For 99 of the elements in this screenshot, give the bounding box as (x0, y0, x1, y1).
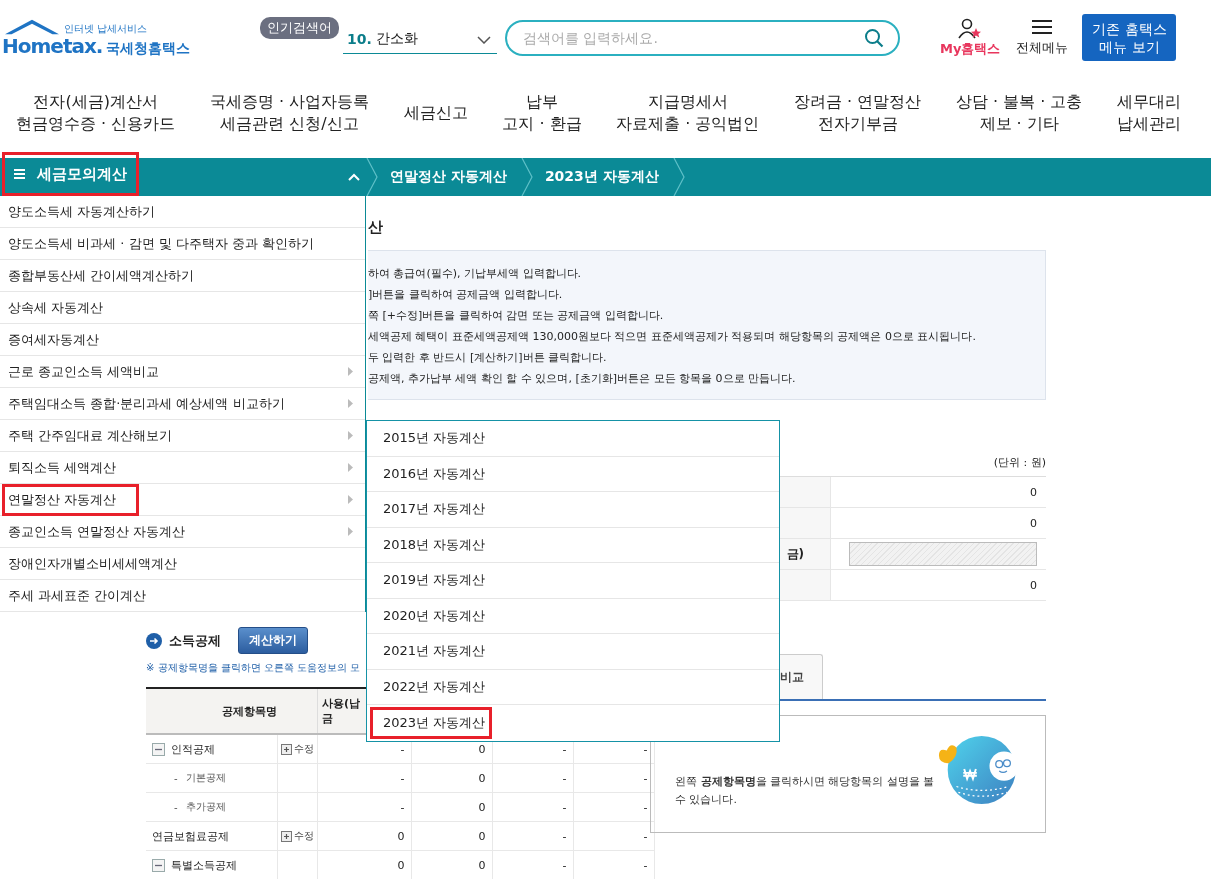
table-cell: - (400, 742, 405, 756)
logo-wordmark[interactable]: Hometax. (2, 33, 103, 58)
instruction-text: 쪽 [+수정]버튼을 클릭하여 감면 또는 공제금액 입력합니다. (368, 308, 665, 324)
table-cell: - (562, 858, 567, 872)
deduction-item-link[interactable]: 연금보험료공제 (152, 828, 229, 844)
plus-box-icon (280, 743, 292, 755)
table-cell: - (562, 742, 567, 756)
popular-term-dropdown[interactable]: 10. 간소화 (343, 25, 497, 54)
menu-item[interactable]: 종합부동산세 간이세액계산하기 (0, 260, 365, 292)
logo-name[interactable]: 국세청홈택스 (106, 39, 191, 58)
amount-value: 0 (1030, 485, 1037, 499)
caret-icon[interactable] (348, 173, 360, 181)
menu-item[interactable]: 주택임대소득 종합·분리과세 예상세액 비교하기 (0, 388, 365, 420)
legacy-menu-button[interactable]: 기존 홈택스 메뉴 보기 (1082, 14, 1177, 61)
submenu-item[interactable]: 2016년 자동계산 (367, 456, 779, 492)
table-cell: 0 (478, 742, 486, 756)
table-cell: - (643, 858, 648, 872)
table-cell: - (400, 771, 405, 785)
submenu-item[interactable]: 2021년 자동계산 (367, 634, 779, 670)
instruction-text: 공제액, 추가납부 세액 확인 할 수 있으며, [초기화]버튼은 모든 항목을 0으로 만듭니다. (368, 371, 797, 387)
menu-item[interactable]: 증여세자동계산 (0, 324, 365, 356)
menu-item[interactable]: 상속세 자동계산 (0, 292, 365, 324)
menu-icon (14, 169, 25, 179)
deduction-item-link[interactable]: 기본공제 (185, 771, 226, 785)
page-title: 산 (368, 218, 384, 237)
chevron-right-icon (672, 158, 685, 196)
menu-item[interactable]: 양도소득세 자동계산하기 (0, 196, 365, 228)
nav-menu-item[interactable]: 국세증명 · 사업자등록 세금관련 신청/신고 (209, 90, 370, 135)
nav-menu-item[interactable]: 장려금 · 연말정산 전자기부금 (794, 90, 922, 135)
menu-item[interactable]: 양도소득세 비과세 · 감면 및 다주택자 중과 확인하기 (0, 228, 365, 260)
hint-text: ※ 공제항목명을 클릭하면 오른쪽 도움정보의 모 (146, 661, 362, 675)
deduction-item-link[interactable]: 특별소득공제 (171, 857, 237, 873)
nav-menu-item[interactable]: 전자(세금)계산서 현금영수증 · 신용카드 (16, 90, 176, 135)
indent-dash: - (174, 772, 178, 784)
table-cell: 0 (478, 771, 486, 785)
collapse-icon[interactable] (152, 742, 165, 756)
instruction-text: 두 입력한 후 반드시 [계산하기]버튼 클릭합니다. (368, 350, 608, 366)
submenu-item[interactable]: 2022년 자동계산 (367, 669, 779, 705)
table-cell: - (643, 742, 648, 756)
chevron-right-icon (366, 158, 378, 196)
my-hometax-link[interactable]: My홈택스 (940, 17, 1001, 58)
menu-icon (1031, 18, 1054, 35)
instruction-text: 세액공제 혜택이 표준세액공제액 130,000원보다 적으면 표준세액공제가 적용되며 해당항목의 공제액은 0으로 표시됩니다. (368, 329, 977, 345)
nav-menu-item[interactable]: 지급명세서 자료제출 · 공익법인 (616, 90, 760, 135)
column-header: 공제항목명 (146, 688, 277, 734)
table-cell: - (562, 771, 567, 785)
calculate-button[interactable]: 계산하기 (238, 627, 308, 654)
deduction-item-link[interactable]: 추가공제 (185, 800, 226, 814)
submenu-item[interactable]: 2020년 자동계산 (367, 598, 779, 634)
table-cell: - (643, 829, 648, 843)
menu-item[interactable]: 연말정산 자동계산 (0, 484, 365, 516)
deduction-item-link[interactable]: 인적공제 (171, 741, 215, 757)
table-cell: - (562, 800, 567, 814)
menu-item[interactable]: 종교인소득 연말정산 자동계산 (0, 516, 365, 548)
menu-item[interactable]: 주택 간주임대료 계산해보기 (0, 420, 365, 452)
chevron-down-icon (477, 36, 491, 44)
plus-box-icon (280, 830, 292, 842)
section-title: 소득공제 (169, 631, 221, 650)
search-field[interactable]: 검색어를 입력하세요. (505, 19, 900, 56)
amount-value: 0 (1030, 578, 1037, 592)
table-cell: 0 (478, 858, 486, 872)
submenu-item[interactable]: 2015년 자동계산 (367, 421, 779, 457)
nav-menu-item[interactable]: 납부 고지 · 환급 (502, 90, 582, 135)
menu-item[interactable]: 장애인자개별소비세세액계산 (0, 548, 365, 580)
search-icon[interactable] (864, 27, 884, 48)
menu-item[interactable]: 근로 종교인소득 세액비교 (0, 356, 365, 388)
table-cell: 0 (397, 858, 405, 872)
unit-label: (단위 : 원) (992, 455, 1046, 470)
logo-tagline: 인터넷 납세서비스 (64, 21, 148, 36)
table-cell: 0 (397, 829, 405, 843)
nav-menu-item[interactable]: 세금신고 (403, 101, 468, 124)
menu-item[interactable]: 주세 과세표준 간이계산 (0, 580, 365, 612)
edit-button[interactable]: 수정 (280, 742, 317, 756)
table-cell: 0 (478, 800, 486, 814)
table-cell: - (400, 800, 405, 814)
edit-button[interactable]: 수정 (280, 829, 317, 843)
indent-dash: - (174, 801, 178, 813)
help-text: 왼쪽 공제항목명을 클릭하시면 해당항목의 설명을 볼 수 있습니다. (675, 774, 936, 808)
submenu-item[interactable]: 2017년 자동계산 (367, 492, 779, 528)
chevron-right-icon (520, 158, 533, 196)
amount-value: 0 (1030, 516, 1037, 530)
menu-item[interactable]: 퇴직소득 세액계산 (0, 452, 365, 484)
arrow-circle-icon (146, 632, 162, 649)
table-cell: 0 (478, 829, 486, 843)
popular-search-badge: 인기검색어 (260, 17, 339, 39)
table-cell: - (562, 829, 567, 843)
submenu-item[interactable]: 2019년 자동계산 (367, 563, 779, 599)
table-cell: - (643, 800, 648, 814)
instruction-text: ]버튼을 클릭하여 공제금액 입력합니다. (368, 287, 564, 303)
nav-menu-item[interactable]: 상담 · 불복 · 고충 제보 · 기타 (955, 90, 1083, 135)
instruction-text: 하여 총급여(필수), 기납부세액 입력합니다. (368, 266, 583, 282)
all-menu-button[interactable]: 전체메뉴 (1016, 18, 1069, 57)
breadcrumb-link[interactable]: 연말정산 자동계산 (378, 168, 521, 186)
nav-menu-item[interactable]: 세무대리 납세관리 (1117, 90, 1181, 135)
breadcrumb-link[interactable]: 2023년 자동계산 (532, 168, 673, 186)
menu-title-button[interactable]: 세금모의계산 (2, 152, 139, 196)
collapse-icon[interactable] (152, 858, 165, 872)
table-cell: - (643, 771, 648, 785)
submenu-item[interactable]: 2018년 자동계산 (367, 527, 779, 563)
